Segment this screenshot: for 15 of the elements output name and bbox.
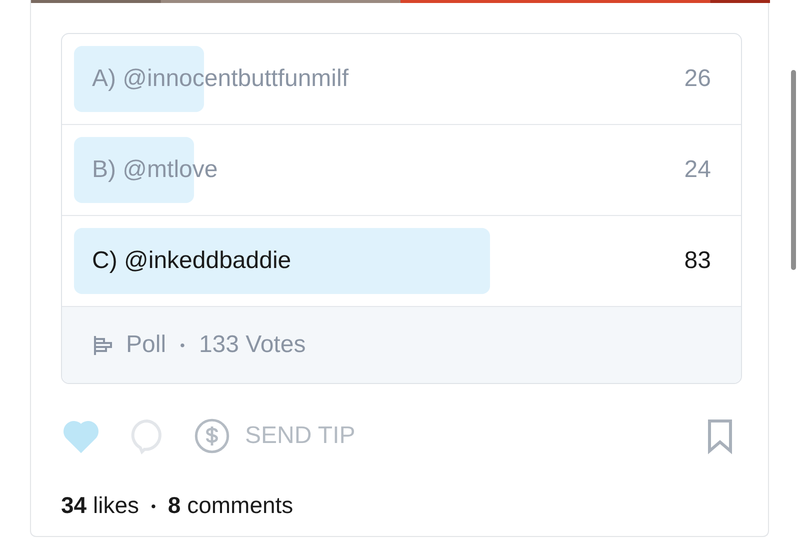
option-label: C) @inkeddbaddie [92,247,292,275]
likes-count[interactable]: 34 likes [61,492,139,519]
scrollbar[interactable] [791,70,796,270]
vote-count: 24 [684,156,711,184]
dollar-icon [193,417,231,455]
comments-count[interactable]: 8 comments [168,492,294,519]
poll-label: Poll [126,331,166,359]
vote-count: 83 [684,247,711,275]
separator-dot: • [151,498,156,514]
vote-count: 26 [684,65,711,93]
vote-total: 133 Votes [198,331,306,359]
separator-dot: • [180,337,185,353]
option-label: B) @mtlove [92,156,219,184]
option-label: A) @innocentbuttfunmilf [92,65,350,93]
poll-option[interactable]: C) @inkeddbaddie 83 [62,216,741,307]
